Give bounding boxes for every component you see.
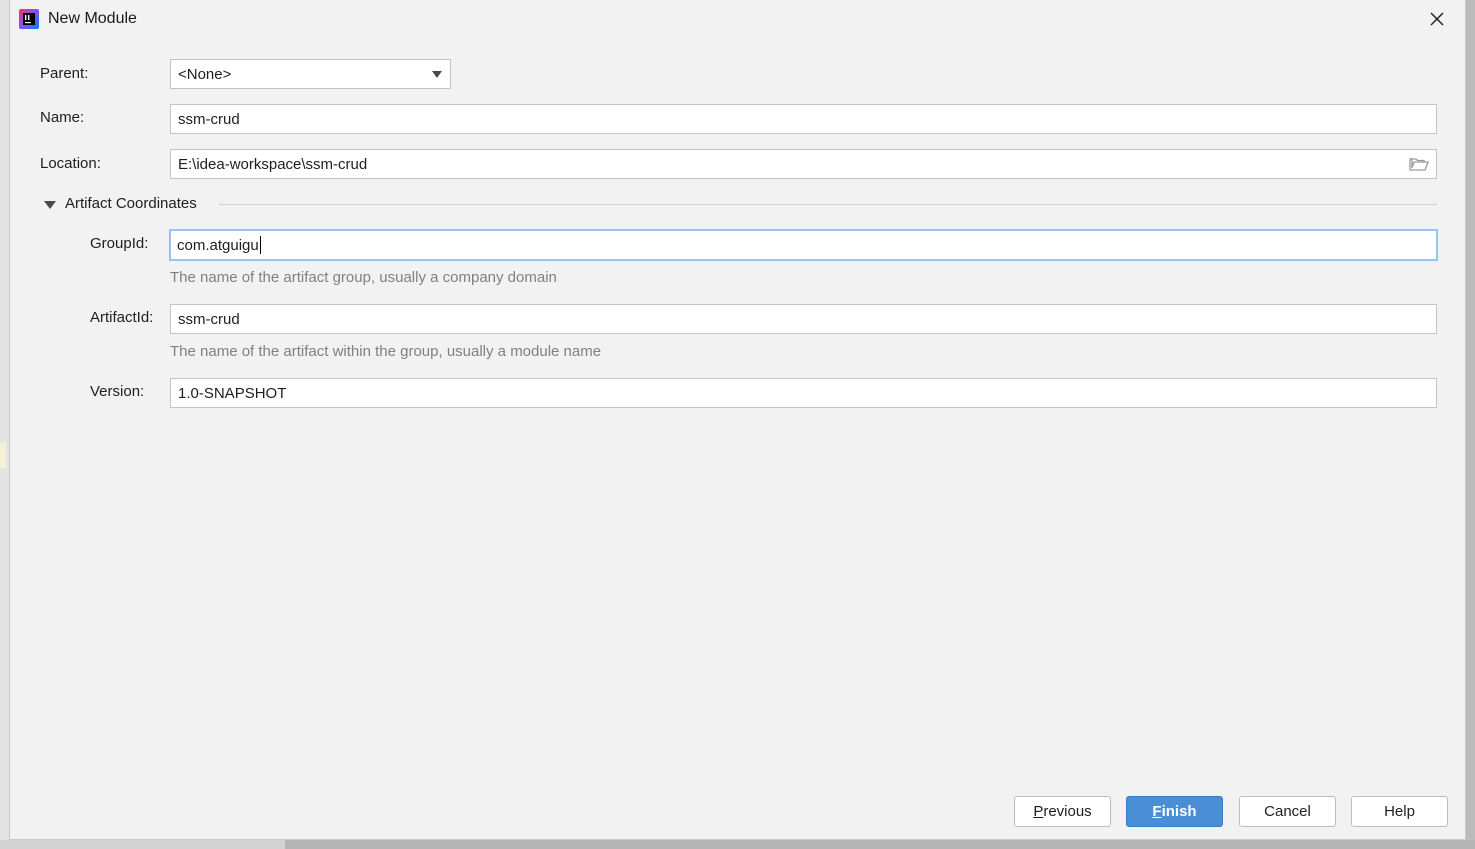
folder-open-icon[interactable] bbox=[1409, 156, 1429, 172]
section-divider bbox=[219, 204, 1437, 205]
name-label: Name: bbox=[40, 109, 85, 126]
name-input[interactable]: ssm-crud bbox=[170, 104, 1437, 134]
version-label: Version: bbox=[90, 383, 145, 400]
background-window-edge bbox=[0, 0, 9, 849]
previous-button-mnemonic: P bbox=[1033, 803, 1044, 820]
background-bottom-edge bbox=[0, 840, 1475, 849]
collapse-triangle-icon[interactable] bbox=[43, 199, 57, 211]
name-input-value: ssm-crud bbox=[178, 110, 240, 128]
previous-button[interactable]: Previous bbox=[1014, 796, 1111, 827]
help-button-label: Help bbox=[1384, 803, 1415, 820]
title-bar[interactable]: New Module bbox=[10, 0, 1465, 38]
artifactid-input-value: ssm-crud bbox=[178, 310, 240, 328]
groupid-hint: The name of the artifact group, usually … bbox=[170, 269, 557, 286]
cancel-button[interactable]: Cancel bbox=[1239, 796, 1336, 827]
artifactid-label: ArtifactId: bbox=[90, 309, 154, 326]
finish-button-label: inish bbox=[1161, 803, 1197, 820]
groupid-input-value: com.atguigu bbox=[177, 236, 259, 254]
text-caret bbox=[259, 236, 261, 254]
version-input[interactable]: 1.0-SNAPSHOT bbox=[170, 378, 1437, 408]
finish-button-mnemonic: F bbox=[1152, 803, 1162, 820]
artifactid-hint: The name of the artifact within the grou… bbox=[170, 343, 602, 360]
background-highlight bbox=[0, 442, 6, 468]
close-icon[interactable] bbox=[1427, 9, 1447, 29]
groupid-input[interactable]: com.atguigu bbox=[169, 229, 1438, 261]
intellij-app-icon bbox=[19, 9, 39, 29]
background-taskbar bbox=[285, 840, 1475, 849]
new-module-dialog: New Module Parent: <None> Name: ssm-crud… bbox=[9, 0, 1466, 840]
location-input[interactable]: E:\idea-workspace\ssm-crud bbox=[170, 149, 1437, 179]
cancel-button-label: Cancel bbox=[1264, 803, 1311, 820]
artifact-coordinates-heading[interactable]: Artifact Coordinates bbox=[65, 195, 197, 212]
help-button[interactable]: Help bbox=[1351, 796, 1448, 827]
finish-button[interactable]: Finish bbox=[1126, 796, 1223, 827]
dialog-title: New Module bbox=[48, 10, 137, 27]
location-label: Location: bbox=[40, 155, 101, 172]
groupid-label: GroupId: bbox=[90, 235, 149, 252]
chevron-down-icon bbox=[432, 70, 442, 78]
parent-select[interactable]: <None> bbox=[170, 59, 451, 89]
parent-label: Parent: bbox=[40, 65, 89, 82]
parent-select-value: <None> bbox=[178, 65, 232, 83]
artifactid-input[interactable]: ssm-crud bbox=[170, 304, 1437, 334]
previous-button-label: revious bbox=[1043, 803, 1092, 820]
version-input-value: 1.0-SNAPSHOT bbox=[178, 384, 287, 402]
location-input-value: E:\idea-workspace\ssm-crud bbox=[178, 155, 368, 173]
